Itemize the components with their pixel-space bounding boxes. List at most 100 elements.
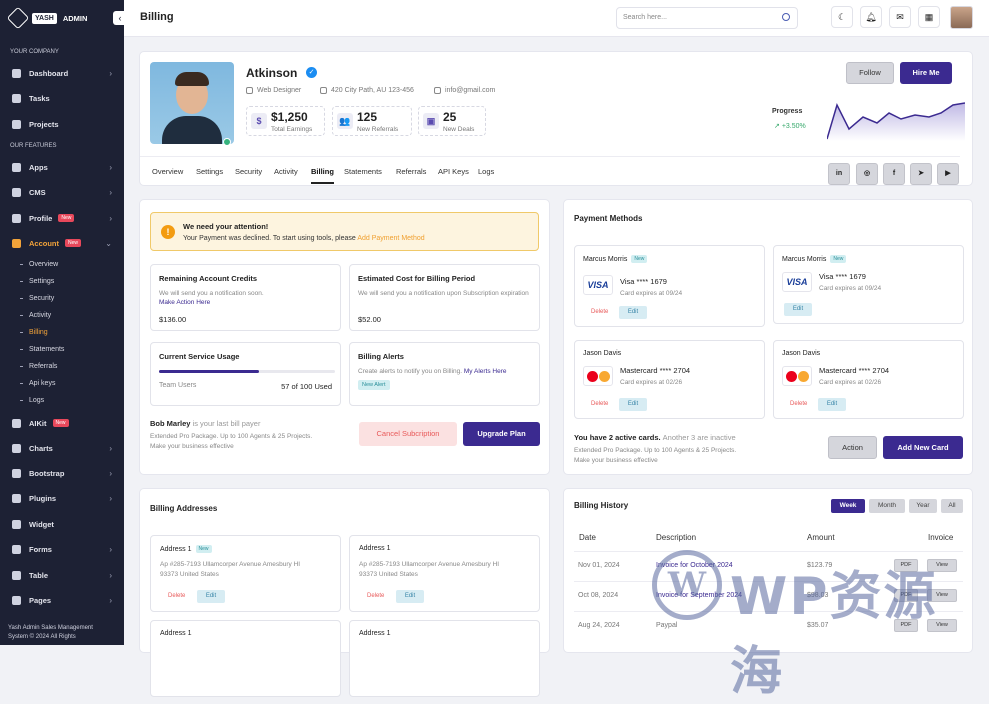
sidebar-item-pages[interactable]: Pages › (12, 593, 116, 607)
add-payment-method-link[interactable]: Add Payment Method (357, 235, 424, 242)
logo-icon (6, 6, 30, 30)
user-avatar[interactable] (950, 6, 973, 29)
view-button[interactable]: View (927, 559, 957, 572)
pages-icon (12, 595, 21, 605)
column-description: Description (656, 533, 697, 542)
package-desc: Extended Pro Package. Up to 100 Agents &… (574, 446, 736, 466)
package-line: Extended Pro Package. Up to 100 Agents &… (150, 433, 313, 440)
bootstrap-icon (12, 468, 21, 478)
sidebar-sub-referrals[interactable]: Referrals (20, 363, 57, 370)
edit-button[interactable]: Edit (197, 590, 225, 603)
tab-overview[interactable]: Overview (152, 167, 183, 176)
tab-referrals[interactable]: Referrals (396, 167, 426, 176)
linkedin-button[interactable]: in (828, 163, 850, 185)
sidebar-item-charts[interactable]: Charts › (12, 441, 116, 455)
profile-tabs: Overview Settings Security Activity Bill… (140, 156, 960, 186)
add-new-card-button[interactable]: Add New Card (883, 436, 963, 459)
tab-security[interactable]: Security (235, 167, 262, 176)
new-alert-tag[interactable]: New Alert (358, 380, 390, 390)
cancel-subscription-button[interactable]: Cancel Subcription (359, 422, 457, 446)
sidebar-sub-statements[interactable]: Statements (20, 346, 64, 353)
sidebar-item-apps[interactable]: Apps › (12, 160, 116, 174)
moon-icon: ☾ (837, 12, 847, 22)
row-description[interactable]: Invoice for September 2024 (656, 592, 742, 599)
tab-activity[interactable]: Activity (274, 167, 298, 176)
delete-button[interactable]: Delete (367, 593, 384, 599)
sidebar-item-forms[interactable]: Forms › (12, 542, 116, 556)
box-desc-text: Create alerts to notify you on Billing. (358, 368, 463, 375)
sidebar-item-profile[interactable]: Profile New › (12, 211, 116, 225)
telegram-button[interactable]: ➤ (910, 163, 932, 185)
youtube-button[interactable]: ▶ (937, 163, 959, 185)
sidebar-item-widget[interactable]: Widget (12, 517, 116, 531)
sidebar-sub-billing[interactable]: Billing (20, 329, 48, 336)
search-icon[interactable] (782, 13, 790, 21)
profile-email[interactable]: info@gmail.com (434, 87, 495, 94)
collapse-sidebar-button[interactable]: ‹ (113, 11, 127, 25)
sidebar-sub-logs[interactable]: Logs (20, 397, 44, 404)
tab-logs[interactable]: Logs (478, 167, 494, 176)
edit-button[interactable]: Edit (784, 303, 812, 316)
calendar-button[interactable]: ▦ (918, 6, 940, 28)
edit-button[interactable]: Edit (818, 398, 846, 411)
view-button[interactable]: View (927, 619, 957, 632)
sidebar-item-aikit[interactable]: AIKit New (12, 416, 116, 430)
row-description[interactable]: Invoice for October 2024 (656, 562, 733, 569)
upgrade-plan-button[interactable]: Upgrade Plan (463, 422, 540, 446)
follow-button[interactable]: Follow (846, 62, 894, 84)
hire-me-button[interactable]: Hire Me (900, 62, 952, 84)
new-tag: New (195, 545, 212, 553)
delete-button[interactable]: Delete (168, 593, 185, 599)
pdf-button[interactable]: PDF (894, 559, 918, 572)
edit-button[interactable]: Edit (619, 398, 647, 411)
action-button[interactable]: Action (828, 436, 877, 459)
edit-button[interactable]: Edit (396, 590, 424, 603)
sidebar-sub-security[interactable]: Security (20, 295, 54, 302)
chevron-right-icon: › (109, 468, 112, 478)
brand-logo[interactable]: YASH ADMIN (6, 6, 87, 30)
my-alerts-link[interactable]: My Alerts Here (464, 368, 507, 375)
sidebar-item-dashboard[interactable]: Dashboard › (12, 66, 116, 80)
sidebar-sub-activity[interactable]: Activity (20, 312, 51, 319)
tab-settings[interactable]: Settings (196, 167, 223, 176)
edit-button[interactable]: Edit (619, 306, 647, 319)
inactive-cards-text: Another 3 are inactive (662, 433, 736, 442)
period-year-button[interactable]: Year (909, 499, 937, 513)
box-title: Remaining Account Credits (159, 274, 258, 283)
sidebar-sub-api-keys[interactable]: Api keys (20, 380, 55, 387)
sidebar-sub-overview[interactable]: Overview (20, 261, 58, 268)
sidebar-item-tasks[interactable]: Tasks (12, 91, 116, 105)
view-button[interactable]: View (927, 589, 957, 602)
pdf-button[interactable]: PDF (894, 589, 918, 602)
sidebar-sub-settings[interactable]: Settings (20, 278, 54, 285)
facebook-button[interactable]: f (883, 163, 905, 185)
period-week-button[interactable]: Week (831, 499, 865, 513)
period-month-button[interactable]: Month (869, 499, 905, 513)
delete-button[interactable]: Delete (591, 309, 608, 315)
tab-statements[interactable]: Statements (344, 167, 382, 176)
table-row: Oct 08, 2024 Invoice for September 2024 … (574, 581, 963, 611)
delete-button[interactable]: Delete (591, 401, 608, 407)
delete-button[interactable]: Delete (790, 401, 807, 407)
sidebar-item-plugins[interactable]: Plugins › (12, 491, 116, 505)
tab-api-keys[interactable]: API Keys (438, 167, 469, 176)
messages-button[interactable]: ✉ (889, 6, 911, 28)
sidebar-item-table[interactable]: Table › (12, 568, 116, 582)
period-all-button[interactable]: All (941, 499, 963, 513)
pdf-button[interactable]: PDF (894, 619, 918, 632)
chevron-right-icon: › (109, 544, 112, 554)
instagram-button[interactable]: ◎ (856, 163, 878, 185)
tab-billing[interactable]: Billing (311, 167, 334, 184)
sidebar-item-cms[interactable]: CMS › (12, 185, 116, 199)
notifications-button[interactable]: 🔔︎ (860, 6, 882, 28)
dark-mode-button[interactable]: ☾ (831, 6, 853, 28)
sidebar-item-account[interactable]: Account New ⌄ (12, 236, 116, 250)
sidebar-item-projects[interactable]: Projects (12, 117, 116, 131)
make-action-link[interactable]: Make Action Here (159, 298, 331, 307)
chevron-left-icon: ‹ (118, 13, 122, 23)
new-tag: New (830, 255, 847, 263)
sidebar-item-bootstrap[interactable]: Bootstrap › (12, 466, 116, 480)
search-input[interactable]: Search here... (616, 7, 798, 29)
aikit-icon (12, 418, 21, 428)
card-expiry: Card expires at 09/24 (819, 285, 882, 292)
